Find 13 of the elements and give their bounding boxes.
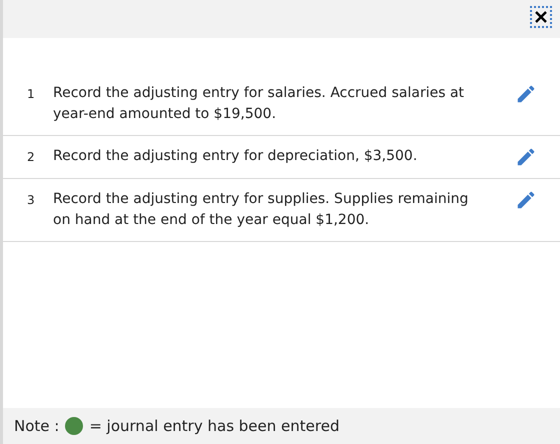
entry-text: Record the adjusting entry for supplies. Supplies remaining on hand at the end of the year equal $1,200. (53, 190, 470, 230)
entry-text: Record the adjusting entry for salaries. Accrued salaries at year-end amounted to $19,500. (53, 84, 466, 124)
close-icon (535, 11, 547, 23)
pencil-icon[interactable] (515, 189, 537, 211)
legend-text: = journal entry has been entered (89, 416, 340, 437)
note-label: Note : (14, 416, 60, 437)
entry-number: 3 (27, 192, 36, 209)
pencil-icon[interactable] (515, 146, 537, 168)
entry-number: 2 (27, 149, 36, 166)
entry-number: 1 (27, 86, 36, 103)
entry-text: Record the adjusting entry for depreciation, $3,500. (53, 147, 418, 166)
pencil-icon[interactable] (515, 83, 537, 105)
close-button[interactable] (530, 6, 552, 28)
